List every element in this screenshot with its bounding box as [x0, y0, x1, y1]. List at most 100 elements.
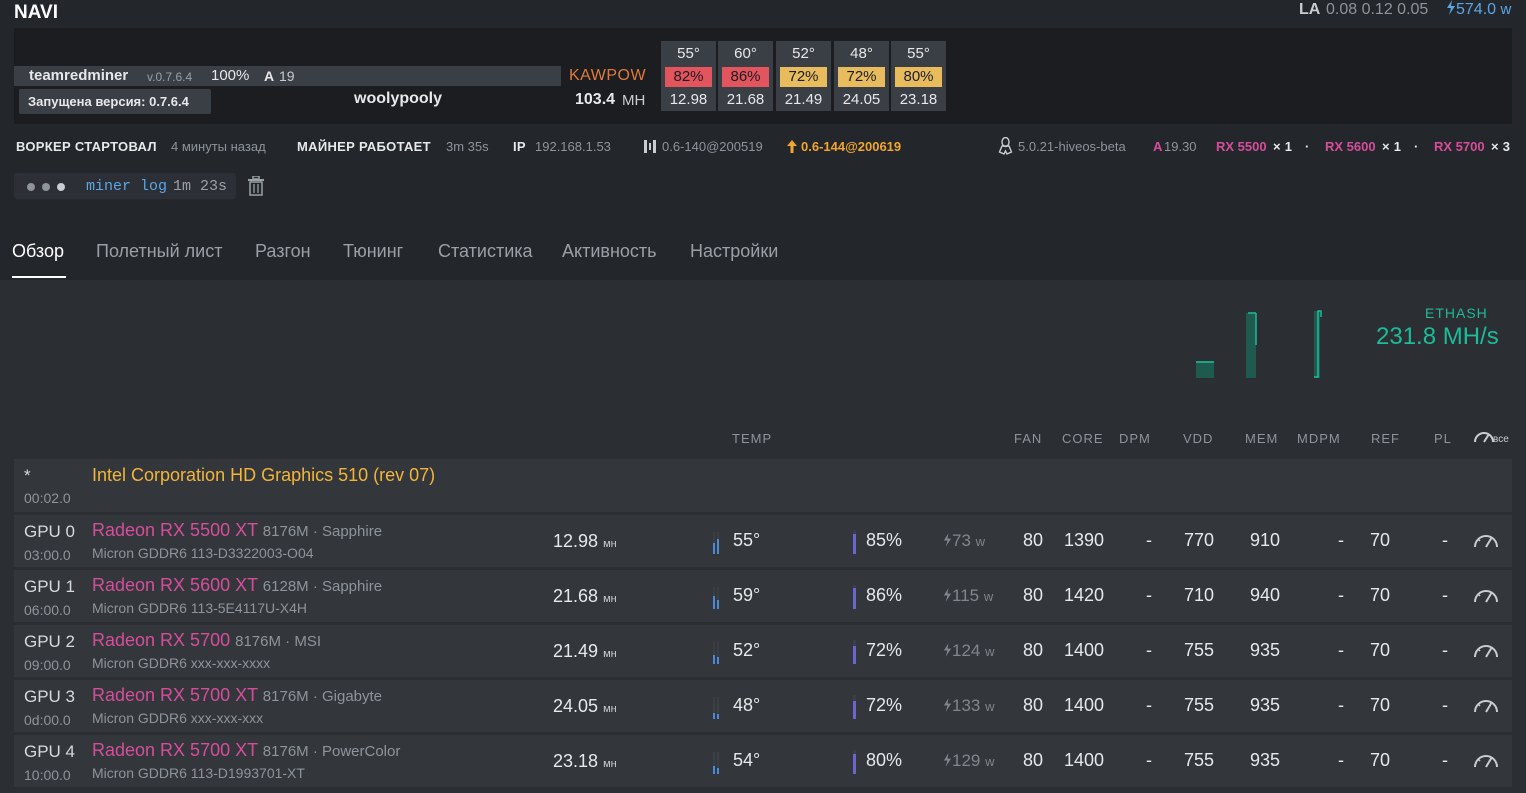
gpu-tile[interactable]: 48° 72% 24.05: [834, 41, 889, 111]
gpu-temp: 55°: [733, 530, 761, 550]
gpu-core: 1400: [1064, 695, 1105, 715]
gpu-model-details: 6128M · Sapphire: [262, 578, 383, 595]
gpu-pl: -: [1442, 695, 1448, 715]
gpu-mdpm: -: [1338, 640, 1344, 660]
gpu-tile[interactable]: 55° 82% 12.98: [661, 41, 716, 111]
lightning-icon: [1447, 0, 1455, 15]
miner-version: v.0.7.6.4: [147, 70, 193, 84]
lightning-icon: [943, 533, 952, 547]
gpu-power-unit: w: [985, 699, 995, 714]
overclock-meter-icon[interactable]: [1472, 641, 1500, 659]
tab-activity[interactable]: Активность: [562, 241, 657, 262]
load-average-label: LA: [1299, 1, 1321, 18]
miner-name[interactable]: teamredminer: [29, 67, 128, 84]
gpu-tile[interactable]: 60° 86% 21.68: [718, 41, 773, 111]
miner-total-hashrate: 103.4: [575, 91, 616, 108]
gpu-mdpm: -: [1338, 750, 1344, 770]
gpu-model-name: Radeon RX 5700 XT: [92, 685, 258, 705]
gpu-dpm: -: [1146, 640, 1152, 660]
gpu-core: 1420: [1064, 585, 1105, 605]
overclock-meter-icon[interactable]: [1473, 428, 1495, 444]
amd-driver-label: A: [1153, 139, 1163, 154]
gpu-model-details: 8176M · Sapphire: [262, 523, 383, 540]
gpu-dpm: -: [1146, 750, 1152, 770]
tab-overclock[interactable]: Разгон: [255, 241, 311, 262]
gpu-ref: 70: [1370, 750, 1391, 770]
overclock-meter-icon[interactable]: [1472, 531, 1500, 549]
algo-summary-hashrate: 231.8 MH/s: [1376, 323, 1499, 350]
trash-icon[interactable]: [247, 176, 265, 196]
version-tooltip: Запущена версия: 0.7.6.4: [19, 89, 211, 114]
hive-icon: [644, 140, 656, 153]
gpu-power-value: 133: [952, 696, 981, 715]
tile-temp: 52°: [792, 45, 815, 62]
col-ref: REF: [1371, 431, 1400, 446]
gpu-hashrate: 12.98 мн: [553, 531, 617, 552]
gpu-hashrate-unit: мн: [603, 758, 617, 770]
gpu-fan: 72%: [866, 695, 903, 715]
fan-gauge-icon: [853, 640, 856, 664]
miner-hashrate-unit: MH: [622, 92, 646, 109]
gpu-pl: -: [1442, 585, 1448, 605]
fan-gauge-icon: [853, 695, 856, 719]
gpu-row[interactable]: GPU 2 09:00.0 Radeon RX 5700 8176M · MSI…: [14, 625, 1512, 677]
gpu-vdd: 710: [1184, 585, 1215, 605]
gpu-vdd: 770: [1184, 530, 1215, 550]
gpu-power: 73 w: [943, 531, 985, 551]
gpu-row[interactable]: GPU 1 06:00.0 Radeon RX 5600 XT 6128M · …: [14, 570, 1512, 622]
ip-label: IP: [513, 139, 526, 154]
tab-tuning[interactable]: Тюнинг: [343, 241, 403, 262]
gpu-bus: 0d:00.0: [24, 712, 71, 728]
col-vdd: VDD: [1183, 431, 1214, 446]
gpu-power: 133 w: [943, 696, 995, 716]
overclock-meter-icon[interactable]: [1472, 696, 1500, 714]
miner-log-label[interactable]: miner log: [86, 178, 167, 195]
gpu-fan: 72%: [866, 640, 903, 660]
miner-algo: KAWPOW: [569, 67, 647, 84]
tab-flight-sheet[interactable]: Полетный лист: [96, 241, 222, 262]
gpu-hashrate-value: 24.05: [553, 696, 599, 716]
gpu-power-unit: w: [975, 534, 986, 549]
temp-gauge-icon: [713, 642, 719, 664]
worker-name[interactable]: NAVI: [14, 2, 58, 24]
gpu-hashrate: 23.18 мн: [553, 751, 617, 772]
gpu-tile[interactable]: 52° 72% 21.49: [776, 41, 831, 111]
gpu-hashrate: 21.49 мн: [553, 641, 617, 662]
col-mem: MEM: [1245, 431, 1279, 446]
intel-gpu-row[interactable]: * 00:02.0 Intel Corporation HD Graphics …: [14, 459, 1512, 512]
miner-log-time: 1m 23s: [173, 178, 228, 195]
gpu-row[interactable]: GPU 0 03:00.0 Radeon RX 5500 XT 8176M · …: [14, 515, 1512, 567]
gpu-memory: Micron GDDR6 113-D3322003-O04: [92, 545, 314, 561]
hive-update-link[interactable]: 0.6-144@200619: [801, 139, 901, 154]
gpu-power-unit: w: [985, 644, 995, 659]
gpu-row[interactable]: GPU 3 0d:00.0 Radeon RX 5700 XT 8176M · …: [14, 680, 1512, 732]
gpu-hashrate-unit: мн: [603, 538, 617, 550]
tile-fan: 86%: [722, 67, 769, 87]
tab-settings[interactable]: Настройки: [690, 241, 778, 262]
gpu-dpm: -: [1146, 585, 1152, 605]
gpu-row[interactable]: GPU 4 10:00.0 Radeon RX 5700 XT 8176M · …: [14, 735, 1512, 787]
overclock-meter-icon[interactable]: [1472, 751, 1500, 769]
gpu-model: Radeon RX 5500 XT 8176M · Sapphire: [92, 520, 382, 541]
gpu-tile[interactable]: 55° 80% 23.18: [891, 41, 946, 111]
temp-gauge-icon: [713, 532, 719, 554]
apply-all-label[interactable]: все: [1493, 434, 1509, 445]
gpu-hashrate-unit: мн: [603, 593, 617, 605]
tab-overview[interactable]: Обзор: [12, 241, 64, 262]
tab-statistics[interactable]: Статистика: [438, 241, 533, 262]
gpu-fan-setting: 80: [1023, 750, 1044, 770]
accepted-shares-label: A: [264, 68, 275, 84]
active-tab-indicator: [12, 276, 66, 278]
gpu-mdpm: -: [1338, 585, 1344, 605]
gpu-hashrate-value: 23.18: [553, 751, 599, 771]
overclock-meter-icon[interactable]: [1472, 586, 1500, 604]
hashrate-sparkline: [1196, 310, 1322, 378]
total-power-value: 574.0: [1456, 1, 1497, 18]
gpu-bus: 00:02.0: [24, 490, 71, 506]
gpu-temp: 52°: [733, 640, 761, 660]
gpu-ref: 70: [1370, 585, 1391, 605]
lightning-icon: [943, 753, 952, 767]
tile-fan: 82%: [665, 67, 712, 87]
gpu-model-name: Radeon RX 5500 XT: [92, 520, 258, 540]
ip-value[interactable]: 192.168.1.53: [535, 139, 611, 154]
